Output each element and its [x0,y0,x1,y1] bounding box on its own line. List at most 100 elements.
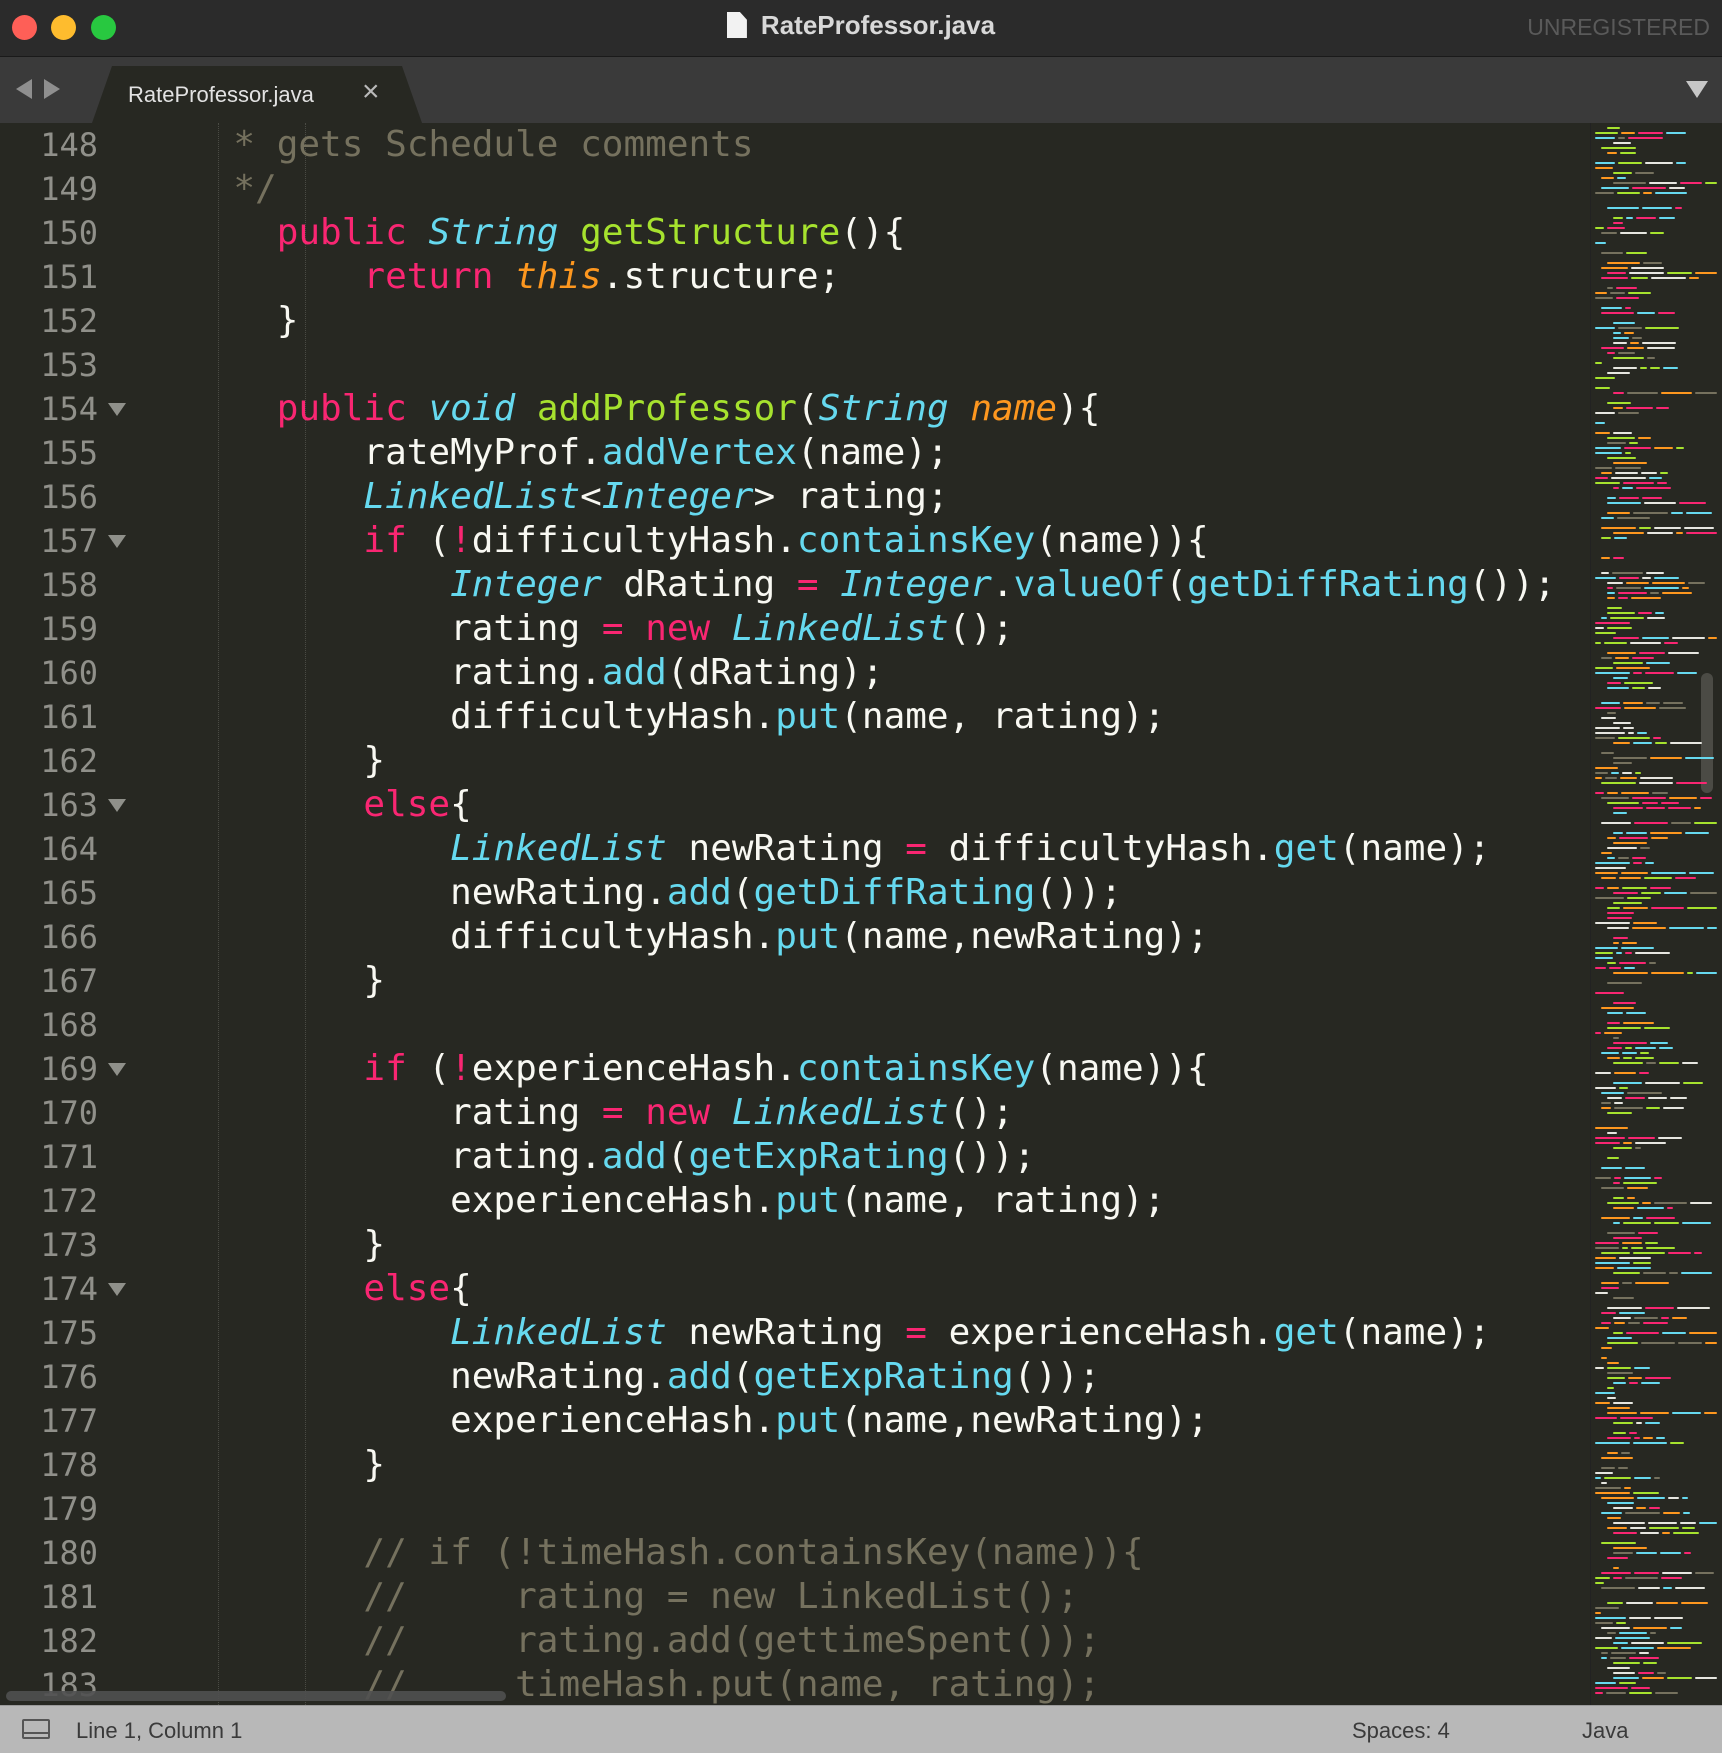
code-line[interactable]: // rating.add(gettimeSpent()); [190,1619,1100,1663]
minimap-line [1613,357,1644,359]
code-line[interactable]: else{ [190,783,471,827]
minimap-line [1682,1222,1711,1224]
minimap-line [1688,582,1705,584]
line-number: 162 [40,742,98,780]
minimap-line [1595,1617,1626,1619]
cursor-position[interactable]: Line 1, Column 1 [76,1718,242,1744]
minimap-line [1645,1307,1674,1309]
code-line[interactable]: LinkedList newRating = difficultyHash.ge… [190,827,1490,871]
minimap-line [1595,422,1605,424]
code-line[interactable]: */ [190,167,276,211]
fold-triangle-icon[interactable] [108,535,126,548]
minimap-line [1681,1272,1712,1274]
minimap-line [1689,1332,1717,1334]
code-line[interactable]: if (!experienceHash.containsKey(name)){ [190,1047,1208,1091]
code-line[interactable]: difficultyHash.put(name,newRating); [190,915,1209,959]
code-line[interactable]: // rating = new LinkedList(); [190,1575,1078,1619]
code-line[interactable]: newRating.add(getExpRating()); [190,1355,1100,1399]
minimap-line [1613,807,1643,809]
minimap-line [1625,1167,1645,1169]
code-line[interactable]: rateMyProf.addVertex(name); [190,431,948,475]
minimap-line [1704,1412,1717,1414]
code-line[interactable]: Integer dRating = Integer.valueOf(getDif… [190,563,1555,607]
minimap-line [1707,927,1717,929]
code-line[interactable]: } [190,959,385,1003]
code-line[interactable]: rating.add(getExpRating()); [190,1135,1035,1179]
code-line[interactable]: LinkedList<Integer> rating; [190,475,948,519]
fold-triangle-icon[interactable] [108,403,126,416]
minimap-line [1685,832,1709,834]
minimap-line [1601,277,1628,279]
minimap-line [1705,182,1717,184]
minimap-line [1607,927,1629,929]
chevron-down-icon[interactable] [1686,81,1708,98]
minimap-line [1595,622,1630,624]
minimap-line [1595,777,1602,779]
code-line[interactable]: } [190,299,299,343]
minimap-line [1601,1102,1611,1104]
minimap-line [1601,1107,1611,1109]
minimap-line [1643,1322,1668,1324]
code-line[interactable]: experienceHash.put(name, rating); [190,1179,1165,1223]
minimap[interactable] [1590,123,1722,1705]
indentation-setting[interactable]: Spaces: 4 [1352,1718,1450,1744]
minimap-line [1595,737,1615,739]
arrow-left-icon[interactable] [16,79,32,99]
tab-close-icon[interactable]: × [362,77,380,107]
code-line[interactable]: // if (!timeHash.containsKey(name)){ [190,1531,1143,1575]
minimap-line [1607,1057,1620,1059]
code-line[interactable]: if (!difficultyHash.containsKey(name)){ [190,519,1208,563]
panel-toggle-icon[interactable] [22,1719,50,1739]
minimap-line [1607,627,1632,629]
code-line[interactable]: rating = new LinkedList(); [190,1091,1014,1135]
minimap-line [1613,1507,1633,1509]
minimap-line [1671,512,1683,514]
minimap-line [1616,667,1650,669]
code-area[interactable]: * gets Schedule comments */ public Strin… [150,123,1590,1705]
code-line[interactable]: experienceHash.put(name,newRating); [190,1399,1209,1443]
minimap-line [1601,1322,1611,1324]
code-line[interactable]: LinkedList newRating = experienceHash.ge… [190,1311,1490,1355]
unregistered-label: UNREGISTERED [1527,14,1710,40]
horizontal-scrollbar[interactable] [6,1691,506,1701]
code-line[interactable]: else{ [190,1267,471,1311]
fold-triangle-icon[interactable] [108,799,126,812]
code-line[interactable]: public void addProfessor(String name){ [190,387,1101,431]
code-line[interactable]: newRating.add(getDiffRating()); [190,871,1122,915]
minimap-line [1690,1202,1712,1204]
minimap-line [1638,1587,1660,1589]
minimap-line [1645,162,1673,164]
code-line[interactable]: difficultyHash.put(name, rating); [190,695,1165,739]
code-line[interactable]: * gets Schedule comments [190,123,753,167]
vertical-scrollbar-thumb[interactable] [1701,673,1713,793]
code-line[interactable]: public String getStructure(){ [190,211,906,255]
minimap-line [1637,312,1655,314]
minimap-line [1652,792,1668,794]
minimap-line [1631,267,1664,269]
line-number: 163 [40,786,98,824]
code-line[interactable]: rating.add(dRating); [190,651,884,695]
line-number: 158 [40,566,98,604]
minimap-line [1663,1107,1684,1109]
minimap-line [1655,1692,1678,1694]
minimap-line [1613,1037,1619,1039]
minimap-line [1613,1547,1647,1549]
minimap-line [1689,277,1699,279]
minimap-line [1607,1517,1621,1519]
code-editor[interactable]: 148 149 150 151 152 153 154 155 156 157 158 159 160 1… [0,123,1590,1705]
code-line[interactable]: } [190,739,385,783]
code-line[interactable]: return this.structure; [190,255,840,299]
minimap-line [1670,742,1702,744]
fold-triangle-icon[interactable] [108,1283,126,1296]
minimap-line [1595,1682,1616,1684]
code-line[interactable]: } [190,1223,385,1267]
code-line[interactable]: } [190,1443,385,1487]
arrow-right-icon[interactable] [44,79,60,99]
minimap-line [1595,1142,1620,1144]
minimap-line [1595,732,1625,734]
fold-triangle-icon[interactable] [108,1063,126,1076]
syntax-selector[interactable]: Java [1582,1718,1628,1744]
tab-rateprofessor-java[interactable]: RateProfessor.java × [92,66,422,123]
minimap-line [1613,722,1631,724]
code-line[interactable]: rating = new LinkedList(); [190,607,1014,651]
